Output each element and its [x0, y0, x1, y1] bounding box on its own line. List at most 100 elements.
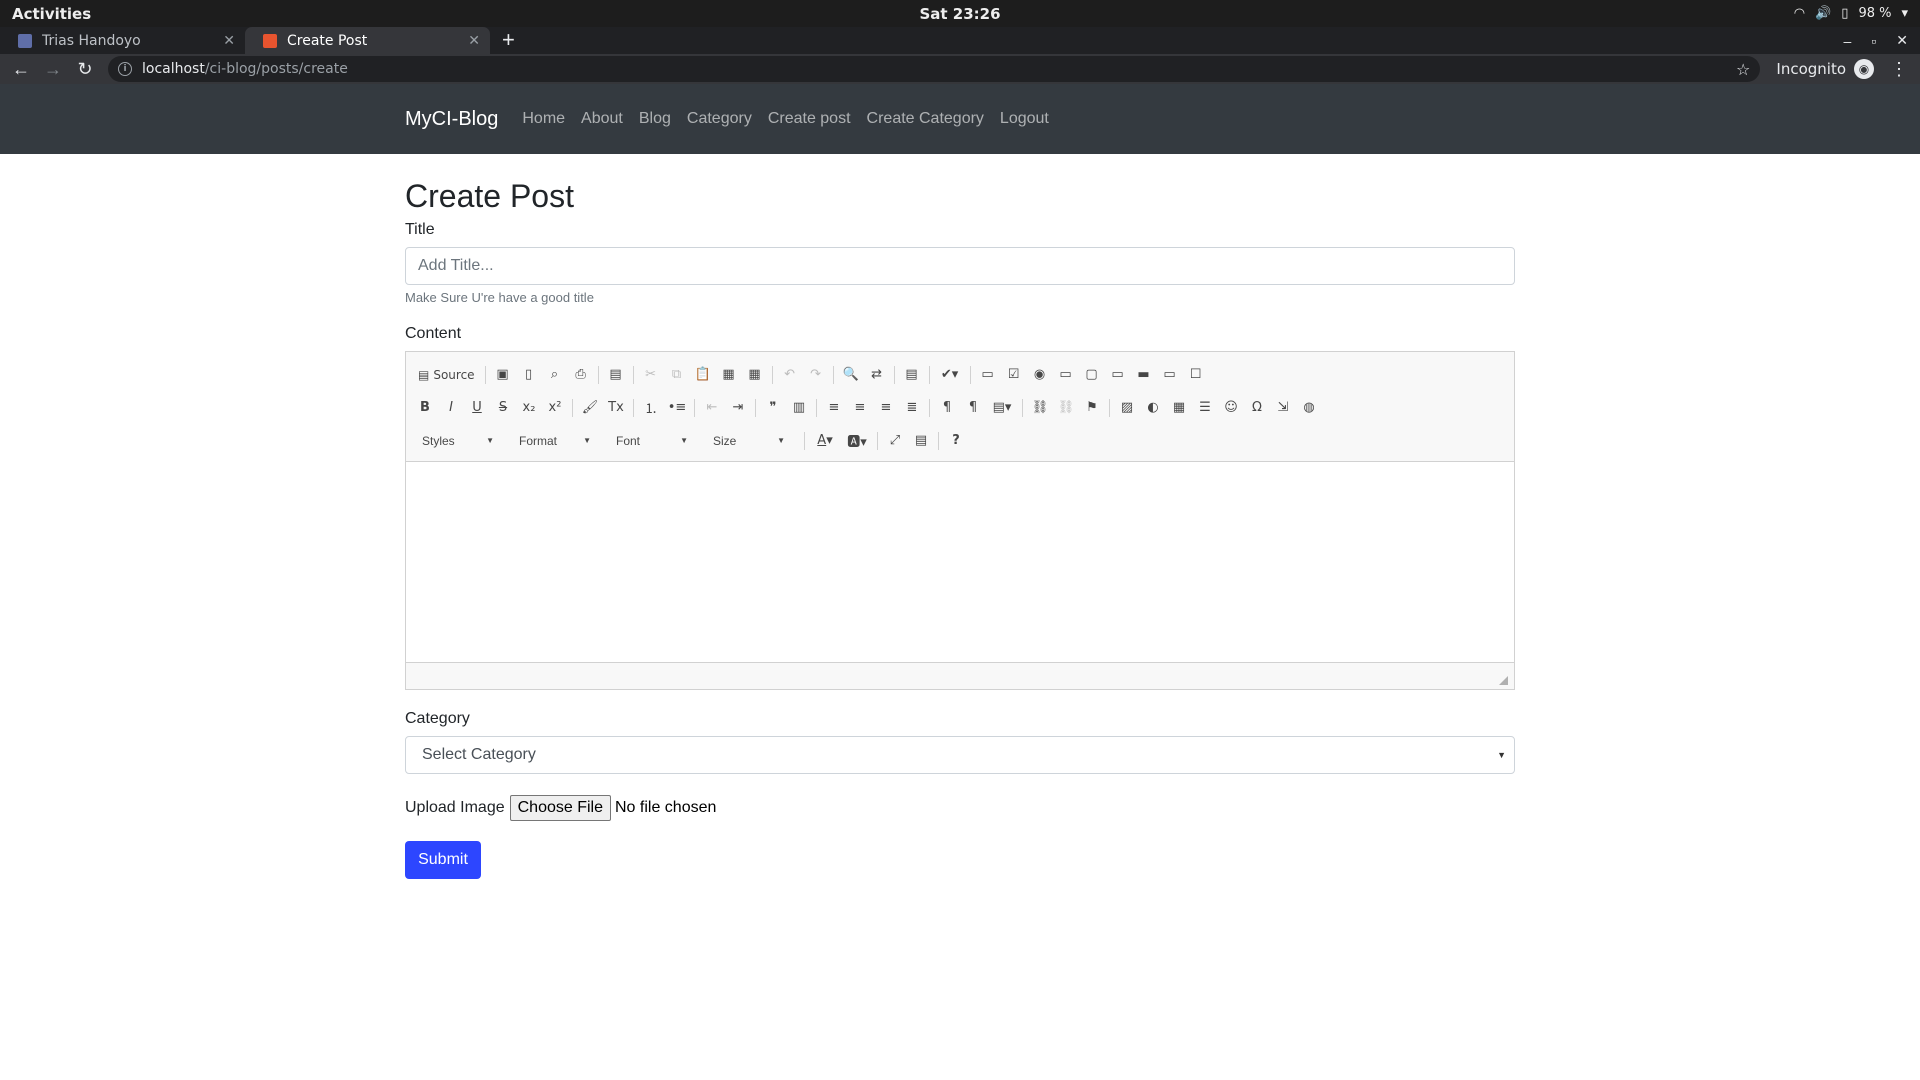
blockquote-icon[interactable]: ❞	[760, 396, 786, 420]
close-icon[interactable]: ✕	[468, 33, 480, 49]
editor-content-area[interactable]	[406, 462, 1514, 662]
address-bar[interactable]: i localhost/ci-blog/posts/create ☆	[108, 56, 1761, 82]
redo-icon[interactable]: ↷	[803, 363, 829, 387]
copy-format-icon[interactable]: 🖌	[577, 396, 603, 420]
background-color-icon[interactable]: 🅰▾	[841, 429, 873, 453]
image-icon[interactable]: ▨	[1114, 396, 1140, 420]
category-select[interactable]: Select Category ▼	[405, 736, 1515, 774]
page-break-icon[interactable]: ⇲	[1270, 396, 1296, 420]
replace-icon[interactable]: ⇄	[864, 363, 890, 387]
table-icon[interactable]: ▦	[1166, 396, 1192, 420]
maximize-icon[interactable]: ▫	[1871, 33, 1876, 49]
underline-icon[interactable]: U	[464, 396, 490, 420]
indent-icon[interactable]: ⇥	[725, 396, 751, 420]
align-right-icon[interactable]: ≡	[873, 396, 899, 420]
nav-logout[interactable]: Logout	[1000, 110, 1049, 128]
italic-icon[interactable]: I	[438, 396, 464, 420]
iframe-icon[interactable]: ◍	[1296, 396, 1322, 420]
save-icon[interactable]: ▣	[490, 363, 516, 387]
language-icon[interactable]: ▤▾	[986, 396, 1018, 420]
select-all-icon[interactable]: ▤	[899, 363, 925, 387]
nav-about[interactable]: About	[581, 110, 623, 128]
minimize-icon[interactable]: –	[1844, 33, 1852, 49]
subscript-icon[interactable]: x₂	[516, 396, 542, 420]
maximize-editor-icon[interactable]: ⤢	[882, 429, 908, 453]
undo-icon[interactable]: ↶	[777, 363, 803, 387]
info-icon[interactable]: i	[118, 62, 132, 76]
reload-icon[interactable]: ↻	[72, 56, 98, 82]
site-brand[interactable]: MyCI-Blog	[405, 108, 498, 131]
checkbox-icon[interactable]: ☑	[1001, 363, 1027, 387]
radio-icon[interactable]: ◉	[1027, 363, 1053, 387]
button-field-icon[interactable]: ▬	[1131, 363, 1157, 387]
back-icon[interactable]: ←	[8, 56, 34, 82]
superscript-icon[interactable]: x²	[542, 396, 568, 420]
link-icon[interactable]: ⛓	[1027, 396, 1053, 420]
choose-file-button[interactable]: Choose File	[509, 795, 611, 821]
smiley-icon[interactable]: ☺	[1218, 396, 1244, 420]
outdent-icon[interactable]: ⇤	[699, 396, 725, 420]
horizontal-line-icon[interactable]: ☰	[1192, 396, 1218, 420]
numbered-list-icon[interactable]: ⒈	[638, 396, 664, 420]
bulleted-list-icon[interactable]: •≡	[664, 396, 690, 420]
text-color-icon[interactable]: A ▾	[809, 429, 841, 453]
justify-icon[interactable]: ≣	[899, 396, 925, 420]
flash-icon[interactable]: ◐	[1140, 396, 1166, 420]
unlink-icon[interactable]: ⛓	[1053, 396, 1079, 420]
div-container-icon[interactable]: ▥	[786, 396, 812, 420]
strikethrough-icon[interactable]: S	[490, 396, 516, 420]
forward-icon[interactable]: →	[40, 56, 66, 82]
align-left-icon[interactable]: ≡	[821, 396, 847, 420]
close-icon[interactable]: ✕	[223, 33, 235, 49]
cut-icon[interactable]: ✂	[638, 363, 664, 387]
system-tray[interactable]: ◠ 🔊 ▯ 98 % ▾	[1794, 6, 1908, 21]
incognito-indicator[interactable]: Incognito ◉	[1776, 59, 1874, 79]
textfield-icon[interactable]: ▭	[1053, 363, 1079, 387]
font-combo[interactable]: Font ▼	[606, 430, 696, 452]
paste-word-icon[interactable]: ▦	[742, 363, 768, 387]
textarea-icon[interactable]: ▢	[1079, 363, 1105, 387]
special-char-icon[interactable]: Ω	[1244, 396, 1270, 420]
nav-category[interactable]: Category	[687, 110, 752, 128]
source-button[interactable]: ▤ Source	[412, 363, 481, 387]
resize-grip-icon[interactable]	[1499, 676, 1508, 685]
copy-icon[interactable]: ⧉	[664, 363, 690, 387]
nav-home[interactable]: Home	[522, 110, 565, 128]
image-button-icon[interactable]: ▭	[1157, 363, 1183, 387]
align-center-icon[interactable]: ≡	[847, 396, 873, 420]
bold-icon[interactable]: B	[412, 396, 438, 420]
help-icon[interactable]: ?	[943, 429, 969, 453]
new-tab-button[interactable]: +	[490, 27, 527, 54]
spellcheck-icon[interactable]: ✔▾	[934, 363, 966, 387]
preview-icon[interactable]: ⌕	[542, 363, 568, 387]
templates-icon[interactable]: ▤	[603, 363, 629, 387]
tab-create-post[interactable]: Create Post ✕	[245, 27, 490, 54]
format-combo[interactable]: Format ▼	[509, 430, 599, 452]
ltr-icon[interactable]: ¶	[934, 396, 960, 420]
submit-button[interactable]: Submit	[405, 841, 481, 879]
browser-menu-icon[interactable]: ⋮	[1886, 59, 1912, 80]
rtl-icon[interactable]: ¶	[960, 396, 986, 420]
clock[interactable]: Sat 23:26	[919, 5, 1000, 23]
nav-create-category[interactable]: Create Category	[867, 110, 984, 128]
select-field-icon[interactable]: ▭	[1105, 363, 1131, 387]
close-window-icon[interactable]: ✕	[1896, 32, 1908, 49]
bookmark-star-icon[interactable]: ☆	[1736, 60, 1750, 79]
hidden-field-icon[interactable]: ☐	[1183, 363, 1209, 387]
find-icon[interactable]: 🔍	[838, 363, 864, 387]
new-page-icon[interactable]: ▯	[516, 363, 542, 387]
paste-icon[interactable]: 📋	[690, 363, 716, 387]
remove-format-icon[interactable]: Tx	[603, 396, 629, 420]
title-input[interactable]: Add Title...	[405, 247, 1515, 285]
anchor-flag-icon[interactable]: ⚑	[1079, 396, 1105, 420]
form-icon[interactable]: ▭	[975, 363, 1001, 387]
styles-combo[interactable]: Styles ▼	[412, 430, 502, 452]
tab-trias-handoyo[interactable]: Trias Handoyo ✕	[0, 27, 245, 54]
size-combo[interactable]: Size ▼	[703, 430, 793, 452]
print-icon[interactable]: ⎙	[568, 363, 594, 387]
paste-text-icon[interactable]: ▦	[716, 363, 742, 387]
show-blocks-icon[interactable]: ▤	[908, 429, 934, 453]
activities-button[interactable]: Activities	[12, 5, 91, 23]
nav-blog[interactable]: Blog	[639, 110, 671, 128]
nav-create-post[interactable]: Create post	[768, 110, 851, 128]
